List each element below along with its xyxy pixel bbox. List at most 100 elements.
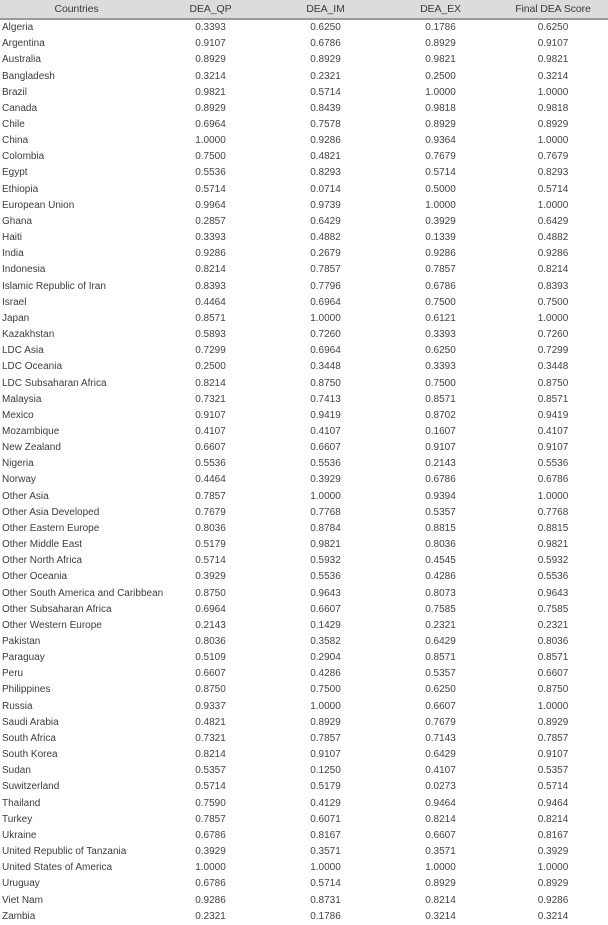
dea-im-cell: 0.3448 xyxy=(310,361,341,373)
dea-qp-cell: 0.8214 xyxy=(195,377,226,389)
final-dea-score-cell: 0.9464 xyxy=(537,797,569,809)
dea-im-cell: 0.3929 xyxy=(310,474,341,486)
dea-qp-cell: 0.7299 xyxy=(195,345,226,357)
dea-im-cell: 0.4107 xyxy=(310,425,341,437)
dea-ex-cell: 0.1607 xyxy=(425,425,456,437)
header-countries: Countries xyxy=(0,0,153,20)
dea-im-cell: 0.7768 xyxy=(310,506,341,518)
country-cell: Norway xyxy=(2,474,36,486)
table-row: Suwitzerland 0.5714 0.5179 0.0273 0.5714 xyxy=(0,779,608,795)
dea-im-cell: 0.8439 xyxy=(310,102,341,114)
dea-im-cell: 0.9739 xyxy=(310,199,341,211)
table-row: South Africa 0.7321 0.7857 0.7143 0.7857 xyxy=(0,731,608,747)
final-dea-score-cell: 0.5714 xyxy=(537,183,569,195)
dea-qp-cell: 1.0000 xyxy=(195,135,226,147)
dea-qp-cell: 0.4107 xyxy=(195,425,226,437)
country-cell: India xyxy=(2,248,24,260)
dea-qp-cell: 0.9286 xyxy=(195,894,226,906)
table-row: Uruguay 0.6786 0.5714 0.8929 0.8929 xyxy=(0,876,608,892)
dea-qp-cell: 0.2500 xyxy=(195,361,226,373)
dea-im-cell: 0.2679 xyxy=(310,248,341,260)
final-dea-score-cell: 1.0000 xyxy=(537,490,569,502)
table-row: Ethiopia 0.5714 0.0714 0.5000 0.5714 xyxy=(0,182,608,198)
dea-ex-cell: 0.1786 xyxy=(425,22,456,34)
country-cell: Turkey xyxy=(2,813,33,825)
dea-ex-cell: 1.0000 xyxy=(425,199,456,211)
country-cell: Russia xyxy=(2,700,33,712)
dea-qp-cell: 0.3393 xyxy=(195,232,226,244)
dea-ex-cell: 0.7679 xyxy=(425,716,456,728)
final-dea-score-cell: 0.4107 xyxy=(537,425,569,437)
dea-qp-cell: 0.9286 xyxy=(195,248,226,260)
final-dea-score-cell: 0.7679 xyxy=(537,151,569,163)
dea-ex-cell: 0.4107 xyxy=(425,765,456,777)
final-dea-score-cell: 0.6429 xyxy=(537,215,569,227)
final-dea-score-cell: 0.9643 xyxy=(537,587,569,599)
dea-im-cell: 0.6607 xyxy=(310,603,341,615)
dea-ex-cell: 0.9394 xyxy=(425,490,456,502)
table-row: Other Eastern Europe 0.8036 0.8784 0.8815 0.… xyxy=(0,521,608,537)
country-cell: Islamic Republic of Iran xyxy=(2,280,106,292)
dea-im-cell: 0.7260 xyxy=(310,329,341,341)
dea-ex-cell: 0.6429 xyxy=(425,749,456,761)
dea-ex-cell: 0.9107 xyxy=(425,442,456,454)
country-cell: Pakistan xyxy=(2,636,41,648)
dea-ex-cell: 0.2500 xyxy=(425,70,456,82)
dea-im-cell: 0.6964 xyxy=(310,345,341,357)
country-cell: Mozambique xyxy=(2,425,60,437)
dea-im-cell: 0.9286 xyxy=(310,135,341,147)
table-row: Other Asia Developed 0.7679 0.7768 0.5357 0.… xyxy=(0,505,608,521)
dea-im-cell: 0.2904 xyxy=(310,652,341,664)
country-cell: Peru xyxy=(2,668,24,680)
table-row: Argentina 0.9107 0.6786 0.8929 0.9107 xyxy=(0,36,608,52)
final-dea-score-cell: 1.0000 xyxy=(537,86,569,98)
dea-qp-cell: 0.3929 xyxy=(195,846,226,858)
country-cell: New Zealand xyxy=(2,442,61,454)
dea-qp-cell: 0.6964 xyxy=(195,119,226,131)
dea-qp-cell: 0.8750 xyxy=(195,684,226,696)
country-cell: South Africa xyxy=(2,732,56,744)
final-dea-score-cell: 1.0000 xyxy=(537,135,569,147)
dea-im-cell: 0.7857 xyxy=(310,264,341,276)
table-row: Zambia 0.2321 0.1786 0.3214 0.3214 xyxy=(0,909,608,925)
dea-im-cell: 0.8731 xyxy=(310,894,341,906)
table-row: Turkey 0.7857 0.6071 0.8214 0.8214 xyxy=(0,812,608,828)
dea-qp-cell: 0.3929 xyxy=(195,571,226,583)
country-cell: Other Eastern Europe xyxy=(2,522,100,534)
dea-qp-cell: 0.7857 xyxy=(195,490,226,502)
table-row: LDC Subsaharan Africa 0.8214 0.8750 0.7500 0… xyxy=(0,375,608,391)
dea-qp-cell: 0.7679 xyxy=(195,506,226,518)
final-dea-score-cell: 0.8929 xyxy=(537,716,569,728)
dea-qp-cell: 0.6786 xyxy=(195,878,226,890)
table-row: China 1.0000 0.9286 0.9364 1.0000 xyxy=(0,133,608,149)
dea-ex-cell: 0.6250 xyxy=(425,684,456,696)
dea-im-cell: 0.5932 xyxy=(310,555,341,567)
final-dea-score-cell: 0.9107 xyxy=(537,442,569,454)
country-cell: European Union xyxy=(2,199,75,211)
country-cell: LDC Subsaharan Africa xyxy=(2,377,107,389)
table-row: India 0.9286 0.2679 0.9286 0.9286 xyxy=(0,246,608,262)
country-cell: Other Middle East xyxy=(2,539,83,551)
dea-score-table: Countries DEA_QP DEA_IM DEA_EX Final DEA… xyxy=(0,0,608,925)
final-dea-score-cell: 0.8750 xyxy=(537,377,569,389)
dea-im-cell: 0.8750 xyxy=(310,377,341,389)
table-row: European Union 0.9964 0.9739 1.0000 1.0000 xyxy=(0,198,608,214)
dea-ex-cell: 0.9464 xyxy=(425,797,456,809)
dea-qp-cell: 0.6607 xyxy=(195,668,226,680)
dea-im-cell: 0.6071 xyxy=(310,813,341,825)
dea-qp-cell: 0.5536 xyxy=(195,458,226,470)
dea-im-cell: 0.7578 xyxy=(310,119,341,131)
table-row: Paraguay 0.5109 0.2904 0.8571 0.8571 xyxy=(0,650,608,666)
dea-qp-cell: 0.4464 xyxy=(195,474,226,486)
final-dea-score-cell: 1.0000 xyxy=(537,312,569,324)
table-row: Philippines 0.8750 0.7500 0.6250 0.8750 xyxy=(0,682,608,698)
header-dea-ex: DEA_EX xyxy=(383,0,498,20)
final-dea-score-cell: 0.5536 xyxy=(537,571,569,583)
dea-ex-cell: 0.3393 xyxy=(425,361,456,373)
table-row: Mexico 0.9107 0.9419 0.8702 0.9419 xyxy=(0,408,608,424)
table-row: LDC Asia 0.7299 0.6964 0.6250 0.7299 xyxy=(0,343,608,359)
dea-im-cell: 0.6429 xyxy=(310,215,341,227)
table-row: Other Oceania 0.3929 0.5536 0.4286 0.5536 xyxy=(0,569,608,585)
country-cell: LDC Oceania xyxy=(2,361,63,373)
dea-im-cell: 0.4882 xyxy=(310,232,341,244)
